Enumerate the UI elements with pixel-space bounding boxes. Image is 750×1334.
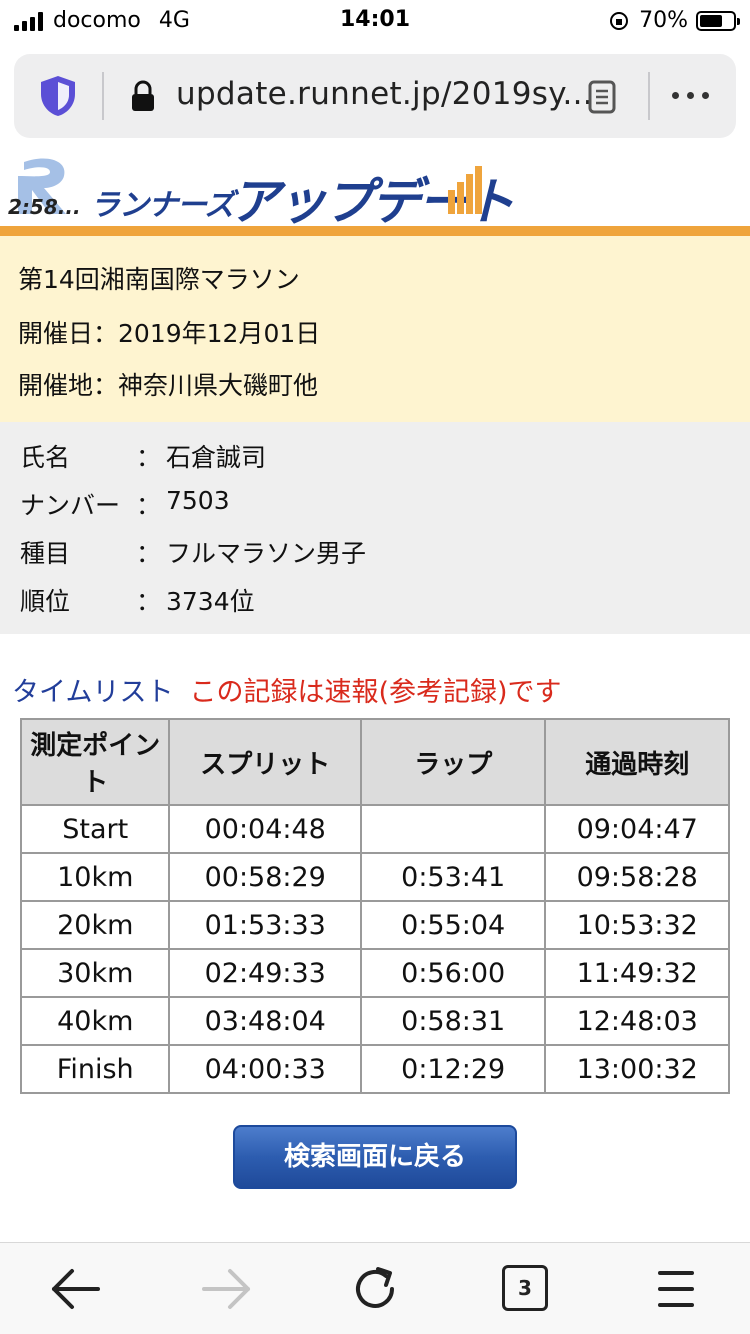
preliminary-record-note: この記録は速報(参考記録)です xyxy=(189,677,562,708)
address-bar[interactable]: update.runnet.jp/2019sy... xyxy=(14,54,736,138)
runner-row-label: ナンバー xyxy=(20,491,121,520)
divider xyxy=(102,72,104,120)
url-text[interactable]: update.runnet.jp/2019sy... xyxy=(176,76,593,112)
header-split: スプリット xyxy=(168,718,362,806)
event-place-label: 開催地： xyxy=(18,371,119,400)
cell-passing-time: 11:49:32 xyxy=(544,948,730,998)
cell-passing-time: 13:00:32 xyxy=(544,1044,730,1094)
cell-lap: 0:53:41 xyxy=(359,852,547,902)
site-logo[interactable]: 2:58... ランナーズ アップデート xyxy=(0,150,750,231)
header-checkpoint: 測定ポイント xyxy=(19,718,171,806)
battery-percent: 70% xyxy=(639,8,688,33)
table-row: 40km 03:48:04 0:58:31 12:48:03 xyxy=(19,996,730,1046)
runner-row-label: 種目 xyxy=(20,539,71,568)
time-list-heading: タイムリスト この記録は速報(参考記録)です xyxy=(12,670,562,709)
cell-split: 03:48:04 xyxy=(168,996,362,1046)
table-row: Start 00:04:48 09:04:47 xyxy=(19,804,730,854)
event-place: 神奈川県大磯町他 xyxy=(118,371,319,400)
table-row: 20km 01:53:33 0:55:04 10:53:32 xyxy=(19,900,730,950)
table-header-row: 測定ポイント スプリット ラップ 通過時刻 xyxy=(19,718,730,806)
rotation-lock-icon xyxy=(610,11,629,30)
runner-category-row: 種目 ： フルマラソン男子 xyxy=(0,526,750,574)
cell-split: 04:00:33 xyxy=(168,1044,362,1094)
runner-logo-icon: 2:58... xyxy=(8,158,81,219)
cell-checkpoint: 20km xyxy=(19,900,171,950)
cell-passing-time: 10:53:32 xyxy=(544,900,730,950)
runner-rank-row: 順位 ： 3734位 xyxy=(0,574,750,622)
reader-view-icon[interactable] xyxy=(588,80,616,114)
cell-lap: 0:12:29 xyxy=(359,1044,547,1094)
lock-icon xyxy=(132,80,154,111)
battery-icon xyxy=(696,10,740,31)
cell-checkpoint: 40km xyxy=(19,996,171,1046)
cell-lap: 0:56:00 xyxy=(359,948,547,998)
status-bar: docomo 4G 14:01 70% xyxy=(0,0,750,42)
menu-icon[interactable] xyxy=(648,1263,704,1315)
event-date-label: 開催日： xyxy=(18,319,119,348)
cell-passing-time: 09:04:47 xyxy=(544,804,730,854)
split-time-table: 測定ポイント スプリット ラップ 通過時刻 Start 00:04:48 09:… xyxy=(19,718,730,1094)
runner-row-label: 順位 xyxy=(20,587,71,616)
back-to-search-button[interactable]: 検索画面に戻る xyxy=(233,1125,517,1189)
table-row: 10km 00:58:29 0:53:41 09:58:28 xyxy=(19,852,730,902)
cell-checkpoint: Start xyxy=(19,804,171,854)
runner-row-value: 7503 xyxy=(166,486,230,515)
header-passing-time: 通過時刻 xyxy=(544,718,730,806)
runner-row-colon: ： xyxy=(136,539,162,568)
event-date: 2019年12月01日 xyxy=(118,319,321,348)
runner-name-row: 氏名 ： 石倉誠司 xyxy=(0,430,750,478)
runner-row-value: フルマラソン男子 xyxy=(166,539,367,568)
logo-mark-text: 2:58... xyxy=(8,195,81,219)
cell-split: 01:53:33 xyxy=(168,900,362,950)
divider xyxy=(648,72,650,120)
logo-text-small: ランナーズ xyxy=(90,188,234,223)
table-row: 30km 02:49:33 0:56:00 11:49:32 xyxy=(19,948,730,998)
cell-passing-time: 12:48:03 xyxy=(544,996,730,1046)
cell-checkpoint: Finish xyxy=(19,1044,171,1094)
cell-lap: 0:58:31 xyxy=(359,996,547,1046)
runner-row-colon: ： xyxy=(136,443,162,472)
cell-split: 00:04:48 xyxy=(168,804,362,854)
reload-icon[interactable] xyxy=(348,1263,404,1315)
cell-checkpoint: 30km xyxy=(19,948,171,998)
runner-row-value: 3734位 xyxy=(166,587,255,616)
forward-arrow-icon[interactable] xyxy=(198,1263,254,1315)
back-arrow-icon[interactable] xyxy=(48,1263,104,1315)
browser-toolbar: 3 xyxy=(0,1242,750,1334)
tabs-button[interactable]: 3 xyxy=(502,1265,548,1311)
cell-split: 02:49:33 xyxy=(168,948,362,998)
cell-lap: 0:55:04 xyxy=(359,900,547,950)
cell-lap xyxy=(359,804,547,854)
table-row: Finish 04:00:33 0:12:29 13:00:32 xyxy=(19,1044,730,1094)
shield-icon[interactable] xyxy=(38,74,78,118)
cell-split: 00:58:29 xyxy=(168,852,362,902)
event-name: 第14回湘南国際マラソン xyxy=(18,265,300,294)
runner-row-label: 氏名 xyxy=(20,443,71,472)
time-list-title: タイムリスト xyxy=(12,677,174,708)
runner-row-value: 石倉誠司 xyxy=(166,443,267,472)
more-menu-icon[interactable] xyxy=(672,92,709,99)
cell-checkpoint: 10km xyxy=(19,852,171,902)
header-lap: ラップ xyxy=(359,718,547,806)
event-info: 第14回湘南国際マラソン 開催日：2019年12月01日 開催地：神奈川県大磯町… xyxy=(0,226,750,422)
runner-row-colon: ： xyxy=(136,491,162,520)
runner-info: 氏名 ： 石倉誠司 ナンバー ： 7503 種目 ： フルマラソン男子 順位 ：… xyxy=(0,422,750,634)
cell-passing-time: 09:58:28 xyxy=(544,852,730,902)
runner-row-colon: ： xyxy=(136,587,162,616)
bar-graph-icon xyxy=(448,166,482,214)
runner-number-row: ナンバー ： 7503 xyxy=(0,478,750,526)
